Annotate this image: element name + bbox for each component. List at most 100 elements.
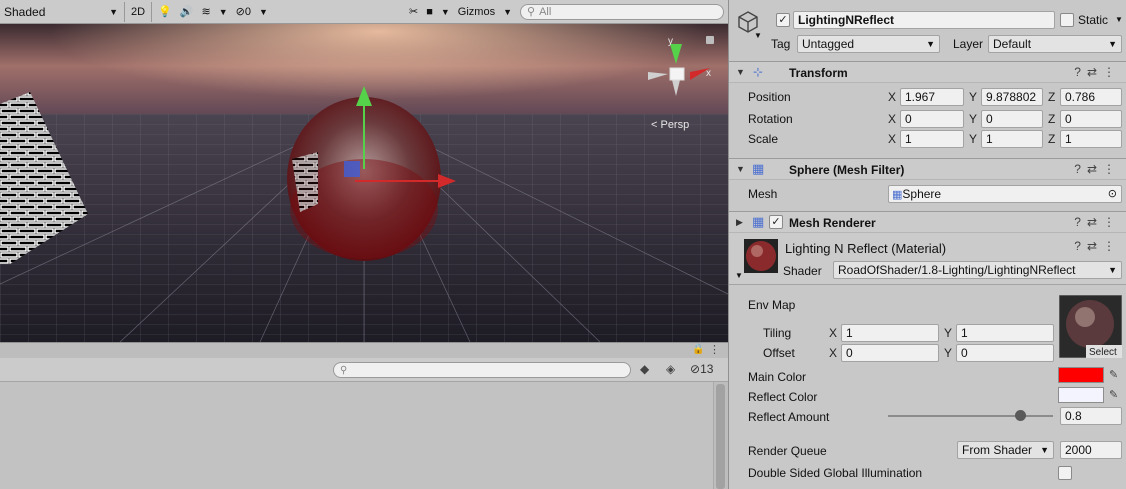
position-x-field[interactable]: 1.967 — [900, 88, 964, 106]
menu-icon[interactable]: ⋮ — [709, 343, 720, 356]
main-color-swatch[interactable] — [1058, 367, 1104, 383]
offset-y-field[interactable]: 0 — [956, 344, 1054, 362]
mesh-icon: ▦ — [892, 189, 903, 201]
tiling-label: Tiling — [763, 326, 792, 340]
mesh-renderer-title: Mesh Renderer — [789, 216, 876, 230]
scene-search-input[interactable]: ⚲ All — [520, 3, 724, 20]
hidden-packages-toggle[interactable]: ⊘13 — [690, 362, 713, 376]
component-menu-icons[interactable]: ?⇄⋮ — [1074, 162, 1121, 176]
rotation-x-field[interactable]: 0 — [900, 110, 964, 128]
axis-z-label[interactable]: Z — [1048, 112, 1055, 126]
inspector-panel: ▼ ✓ LightingNReflect Static ▼ Tag Untagg… — [728, 0, 1126, 489]
axis-x-label[interactable]: X — [888, 132, 896, 146]
effects-icon[interactable]: ≋ — [197, 2, 214, 22]
foldout-arrow-icon[interactable]: ▼ — [735, 271, 743, 280]
active-checkbox[interactable]: ✓ — [776, 13, 790, 27]
rotation-y-field[interactable]: 0 — [981, 110, 1043, 128]
chevron-down-icon: ▼ — [109, 6, 118, 17]
axis-x-label[interactable]: X — [888, 112, 896, 126]
filter-type-icon[interactable]: ◆ — [640, 362, 649, 376]
tag-dropdown[interactable]: Untagged ▼ — [797, 35, 940, 53]
2d-toggle[interactable]: 2D — [127, 2, 149, 22]
offset-x-field[interactable]: 0 — [841, 344, 939, 362]
component-menu-icons[interactable]: ?⇄⋮ — [1074, 65, 1121, 79]
material-menu-icons[interactable]: ?⇄⋮ — [1074, 239, 1121, 253]
mesh-filter-header[interactable]: ▼ ▦ Sphere (Mesh Filter) ?⇄⋮ — [729, 158, 1126, 180]
lock-icon[interactable] — [706, 36, 714, 44]
scale-x-field[interactable]: 1 — [900, 130, 964, 148]
reflect-amount-slider-thumb[interactable] — [1015, 410, 1026, 421]
position-z-field[interactable]: 0.786 — [1060, 88, 1122, 106]
eyedropper-icon[interactable]: ✎ — [1109, 388, 1118, 401]
hidden-count: 13 — [700, 362, 714, 376]
axis-y-label[interactable]: Y — [969, 112, 977, 126]
static-label[interactable]: Static — [1078, 13, 1108, 27]
scale-y-field[interactable]: 1 — [981, 130, 1043, 148]
axis-y-label[interactable]: Y — [944, 326, 952, 340]
static-dropdown-icon[interactable]: ▼ — [1115, 15, 1123, 24]
mesh-renderer-enabled-checkbox[interactable]: ✓ — [769, 215, 783, 229]
effects-dropdown-icon[interactable]: ▼ — [215, 2, 232, 22]
camera-dropdown-icon[interactable]: ▼ — [437, 2, 454, 22]
dsgi-checkbox[interactable] — [1058, 466, 1072, 480]
material-header[interactable]: ▼ Lighting N Reflect (Material) ?⇄⋮ Shad… — [729, 233, 1126, 285]
gizmos-dropdown-icon[interactable]: ▼ — [499, 2, 516, 22]
axis-y-label[interactable]: Y — [944, 346, 952, 360]
foldout-arrow-icon[interactable]: ▶ — [736, 217, 743, 228]
axis-y-label[interactable]: Y — [969, 90, 977, 104]
axis-x-label[interactable]: X — [888, 90, 896, 104]
scale-z-field[interactable]: 1 — [1060, 130, 1122, 148]
static-checkbox[interactable] — [1060, 13, 1074, 27]
icon-dropdown-icon[interactable]: ▼ — [754, 31, 762, 40]
tag-label: Tag — [771, 37, 791, 51]
persp-label[interactable]: < Persp — [651, 119, 689, 131]
lock-icon[interactable]: 🔒 — [692, 344, 704, 355]
hidden-dropdown-icon[interactable]: ▼ — [255, 2, 272, 22]
mesh-object-field[interactable]: ▦Sphere ⊙ — [888, 185, 1122, 203]
foldout-arrow-icon[interactable]: ▼ — [736, 67, 745, 77]
tag-value: Untagged — [802, 37, 855, 51]
bottom-scrollbar-thumb[interactable] — [716, 384, 725, 489]
axis-x-label[interactable]: X — [829, 326, 837, 340]
material-name: Lighting N Reflect (Material) — [785, 241, 947, 256]
axis-x-label[interactable]: X — [829, 346, 837, 360]
select-texture-button[interactable]: Select — [1089, 347, 1117, 358]
layer-dropdown[interactable]: Default ▼ — [988, 35, 1122, 53]
hidden-objects-toggle[interactable]: ⊘ 0 — [232, 2, 255, 22]
reflect-amount-field[interactable]: 0.8 — [1060, 407, 1122, 425]
object-picker-icon[interactable]: ⊙ — [1108, 187, 1117, 201]
gizmos-button[interactable]: Gizmos — [454, 2, 499, 22]
foldout-arrow-icon[interactable]: ▼ — [736, 164, 745, 174]
render-queue-label: Render Queue — [748, 444, 827, 458]
transform-header[interactable]: ▼ ⊹ Transform ?⇄⋮ — [729, 61, 1126, 83]
render-queue-mode-dropdown[interactable]: From Shader ▼ — [957, 441, 1054, 459]
mesh-renderer-header[interactable]: ▶ ▦ ✓ Mesh Renderer ?⇄⋮ — [729, 211, 1126, 233]
lighting-icon[interactable]: 💡 — [154, 2, 176, 22]
render-queue-field[interactable]: 2000 — [1060, 441, 1122, 459]
gizmo-x-label: x — [706, 68, 711, 79]
axis-y-label[interactable]: Y — [969, 132, 977, 146]
axis-z-label[interactable]: Z — [1048, 132, 1055, 146]
reflect-amount-slider-track[interactable] — [888, 415, 1053, 417]
shader-dropdown[interactable]: RoadOfShader/1.8-Lighting/LightingNRefle… — [833, 261, 1122, 279]
bottom-panel-content[interactable] — [0, 382, 728, 489]
shading-mode-dropdown[interactable]: Shaded ▼ — [0, 2, 122, 22]
reflect-color-swatch[interactable] — [1058, 387, 1104, 403]
eyedropper-icon[interactable]: ✎ — [1109, 368, 1118, 381]
axis-z-label[interactable]: Z — [1048, 90, 1055, 104]
label-icon[interactable]: ◈ — [666, 362, 675, 376]
tiling-y-field[interactable]: 1 — [956, 324, 1054, 342]
audio-icon[interactable]: 🔊 — [176, 2, 198, 22]
tiling-x-field[interactable]: 1 — [841, 324, 939, 342]
bottom-search-input[interactable]: ⚲ — [333, 362, 631, 378]
camera-icon[interactable]: ■ — [422, 2, 437, 22]
rotation-z-field[interactable]: 0 — [1060, 110, 1122, 128]
scene-viewport[interactable]: y x < Persp — [0, 24, 728, 342]
scene-view[interactable]: y x < Persp Shaded ▼ 2D 💡 🔊 ≋ ▼ ⊘ 0 ▼ ✂ … — [0, 0, 728, 342]
component-menu-icons[interactable]: ?⇄⋮ — [1074, 215, 1121, 229]
object-name-input[interactable]: LightingNReflect — [793, 11, 1055, 29]
position-y-field[interactable]: 9.878802 — [981, 88, 1043, 106]
transform-title: Transform — [789, 66, 848, 80]
shader-label: Shader — [783, 264, 822, 278]
tools-icon[interactable]: ✂ — [405, 2, 422, 22]
